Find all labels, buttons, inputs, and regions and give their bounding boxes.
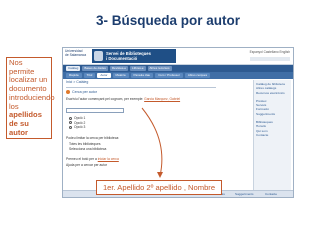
limit-text: Podeu limitar la cerca per biblioteca: [66, 136, 120, 140]
footer-link[interactable]: Contacte [265, 192, 277, 196]
nav-item[interactable]: Catàleg [66, 66, 81, 71]
instructions-text: Escriviu l'autor començant pel cognom, p… [66, 97, 145, 101]
divider [66, 87, 216, 88]
radio-icon[interactable] [69, 116, 72, 120]
nav-item[interactable]: Revistes-e [109, 66, 129, 71]
description-note: Nos permite localizar un documento intro… [6, 57, 55, 140]
radio-icon[interactable] [69, 121, 72, 125]
instructions: Escriviu l'autor començant pel cognom, p… [66, 97, 244, 101]
option-row[interactable]: Opció 3 [69, 125, 85, 130]
breadcrumb[interactable]: Inici > Catàleg [66, 80, 250, 86]
note-text: los [9, 101, 19, 111]
author-search-input[interactable] [66, 108, 124, 113]
radio-icon[interactable] [69, 125, 72, 129]
search-icon [66, 90, 70, 94]
header-search[interactable] [250, 57, 290, 61]
sidebar-item[interactable]: Recursos electrònics [256, 91, 289, 95]
submit-prefix: Premeu el botó per a [66, 157, 97, 161]
language-links[interactable]: Espanyol Castellano English [250, 50, 290, 54]
tab-other[interactable]: Altres cerques [184, 73, 211, 78]
option-label: Opció 3 [74, 125, 86, 129]
logo-text: Servei de Biblioteques i Documentació [106, 51, 151, 61]
option-label: Totes les biblioteques [69, 142, 101, 146]
site-header: Universidad de Salamanca Servei de Bibli… [63, 48, 293, 65]
crest-icon [94, 51, 103, 61]
library-options: Totes les biblioteques Selecciona una bi… [69, 142, 106, 151]
note-emphasis: de su autor [9, 118, 29, 137]
nav-item[interactable]: Llibres-e [130, 66, 146, 71]
help-link[interactable]: Ajuda per a cercar per autor [66, 163, 107, 167]
search-heading: Cerca per autor [66, 90, 97, 94]
search-tabs: Ràpida Títol Autor Matèria Paraula clau … [63, 72, 293, 79]
note-line: Nos permite [9, 58, 35, 76]
search-label: Cerca per autor [72, 90, 97, 94]
main-nav: Catàleg Bases de dades Revistes-e Llibre… [63, 65, 293, 72]
logo-line: i Documentació [106, 56, 138, 61]
option-row[interactable]: Selecciona una biblioteca [69, 147, 106, 152]
note-line: de su autor [9, 118, 49, 137]
search-options: Opció 1 Opció 2 Opció 3 [69, 116, 85, 130]
library-logo[interactable]: Servei de Biblioteques i Documentació [92, 49, 176, 63]
tab-title[interactable]: Títol [83, 73, 96, 78]
university-name: Universidad de Salamanca [65, 49, 87, 58]
tab-quick[interactable]: Ràpida [66, 73, 82, 78]
submit-row: Premeu el botó per a iniciar la cerca [66, 157, 119, 161]
note-emphasis: apellidos [9, 110, 42, 120]
catalog-screenshot: Universidad de Salamanca Servei de Bibli… [62, 47, 294, 198]
tab-subject[interactable]: Matèria [112, 73, 129, 78]
main-content: Inici > Catàleg Cerca per autor Escriviu… [66, 80, 250, 190]
option-label: Selecciona una biblioteca [69, 146, 107, 151]
tab-author[interactable]: Autor [97, 73, 111, 78]
example-link[interactable]: Garcia Marquez, Gabriel [144, 97, 180, 101]
tab-course[interactable]: Curs / Professor [155, 73, 183, 78]
footer-link[interactable]: Suggeriments [235, 192, 254, 196]
note-line: los apellidos [9, 101, 49, 120]
tab-keyword[interactable]: Paraula clau [130, 73, 154, 78]
slide-title: 3- Búsqueda por autor [96, 13, 241, 28]
sidebar-item[interactable]: Contacte [256, 133, 289, 137]
sidebar: Catàleg de biblioteca Altres catàlegs Re… [253, 80, 291, 190]
university-line: de Salamanca [65, 52, 87, 57]
input-format-caption: 1er. Apellido 2º apellido , Nombre [96, 180, 222, 195]
submit-text: Premeu el botó per a iniciar la cerca [66, 157, 119, 161]
nav-item[interactable]: Bases de dades [82, 66, 108, 71]
nav-item[interactable]: Altres recursos [147, 66, 172, 71]
submit-link[interactable]: iniciar la cerca [98, 157, 119, 161]
